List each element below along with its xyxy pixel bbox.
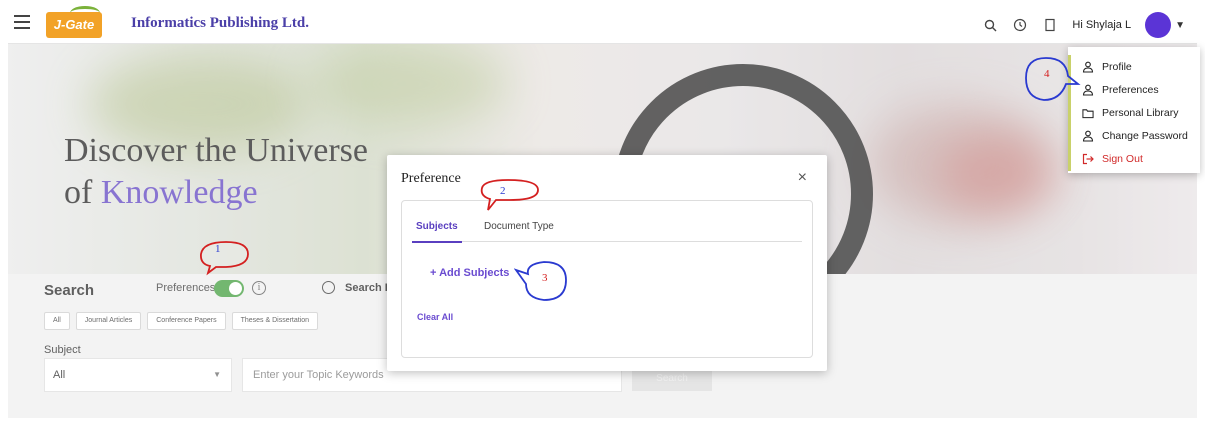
annotation-callout-4 (1025, 57, 1081, 101)
annotation-number-4: 4 (1044, 68, 1050, 80)
dialog-title: Preference (401, 171, 461, 186)
search-icon[interactable] (982, 17, 998, 33)
annotation-number-1: 1 (215, 243, 221, 255)
annotation-callout-2 (480, 179, 539, 211)
top-icons: Hi Shylaja L ▼ (982, 12, 1185, 38)
menu-item-change-password[interactable]: Change Password (1082, 128, 1188, 144)
logo-arc (70, 6, 100, 20)
menu-item-label: Sign Out (1102, 153, 1143, 165)
top-bar: J-Gate Informatics Publishing Ltd. Hi Sh… (8, 4, 1197, 44)
preference-tabs: Subjects Document Type (412, 215, 802, 243)
tab-subjects[interactable]: Subjects (412, 221, 462, 243)
menu-item-label: Personal Library (1102, 107, 1179, 119)
logout-icon (1082, 153, 1094, 165)
menu-item-personal-library[interactable]: Personal Library (1082, 105, 1178, 121)
annotation-callout-1 (200, 241, 249, 276)
org-name: Informatics Publishing Ltd. (131, 15, 309, 31)
menu-item-label: Preferences (1102, 84, 1159, 96)
menu-item-preferences[interactable]: Preferences (1082, 82, 1159, 98)
user-icon (1082, 61, 1094, 73)
user-greeting[interactable]: Hi Shylaja L (1072, 19, 1131, 31)
user-icon (1082, 130, 1094, 142)
user-menu: Profile Preferences Personal Library Cha… (1068, 47, 1200, 173)
folder-icon (1082, 107, 1094, 119)
chevron-down-icon[interactable]: ▼ (1175, 20, 1185, 31)
bookmark-icon[interactable] (1042, 17, 1058, 33)
close-icon[interactable]: × (798, 169, 807, 187)
user-icon (1082, 84, 1094, 96)
preference-card: Subjects Document Type + Add Subjects Cl… (401, 200, 813, 358)
add-subjects-button[interactable]: + Add Subjects (430, 267, 509, 279)
annotation-number-2: 2 (500, 185, 506, 197)
history-icon[interactable] (1012, 17, 1028, 33)
menu-item-sign-out[interactable]: Sign Out (1082, 151, 1143, 167)
menu-item-label: Profile (1102, 61, 1132, 73)
tab-document-type[interactable]: Document Type (484, 221, 554, 232)
preference-dialog: Preference × Subjects Document Type + Ad… (387, 155, 827, 371)
annotation-number-3: 3 (542, 272, 548, 284)
clear-all-button[interactable]: Clear All (417, 312, 453, 322)
menu-item-label: Change Password (1102, 130, 1188, 142)
menu-icon[interactable] (14, 15, 30, 31)
avatar[interactable] (1145, 12, 1172, 38)
menu-item-profile[interactable]: Profile (1082, 59, 1132, 75)
